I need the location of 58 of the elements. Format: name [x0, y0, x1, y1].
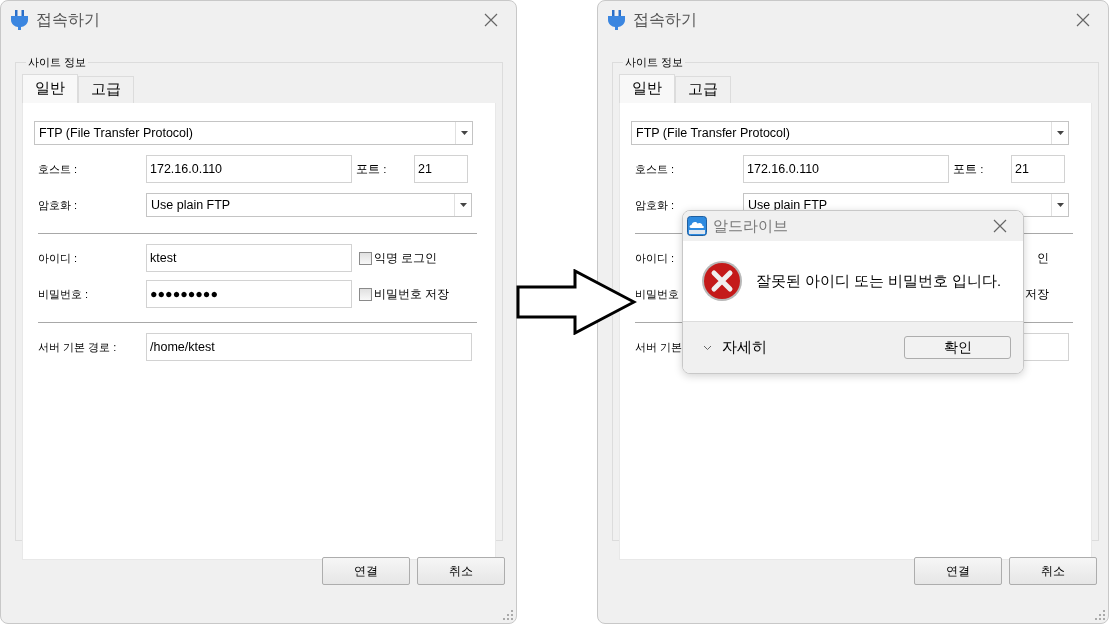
resize-grip-icon[interactable] — [1095, 610, 1105, 620]
dropdown[interactable]: FTP (File Transfer Protocol) — [34, 121, 473, 145]
error-message: 잘못된 아이디 또는 비밀번호 입니다. — [756, 271, 1002, 291]
caret-icon — [1056, 203, 1064, 207]
window-title: 접속하기 — [633, 9, 698, 30]
checkbox-label: 비밀번호 저장 — [374, 286, 450, 302]
caret-icon — [460, 131, 468, 135]
field-label: 아이디 : — [38, 250, 78, 266]
field-label: 포트 : — [355, 161, 388, 177]
input-field[interactable]: ●●●●●●●●● — [146, 280, 352, 308]
details-toggle[interactable]: 자세히 — [703, 338, 904, 357]
input-field[interactable]: 21 — [414, 155, 468, 183]
plug-icon — [608, 10, 625, 30]
tab[interactable]: 고급 — [675, 76, 731, 103]
resize-grip-icon[interactable] — [503, 610, 513, 620]
dialog-title: 알드라이브 — [713, 216, 789, 236]
caret-icon — [1056, 131, 1064, 135]
field-label: 포트 : — [952, 161, 985, 177]
dialog-button[interactable]: 연결 — [322, 557, 410, 585]
field-label: 비밀번호 : — [38, 286, 89, 302]
close-icon[interactable] — [484, 13, 498, 27]
close-icon[interactable] — [1076, 13, 1090, 27]
field-label: 암호화 : — [38, 197, 78, 213]
cloud-drive-icon — [687, 216, 707, 236]
checkbox-label: 인 — [1036, 250, 1049, 266]
checkbox[interactable] — [359, 287, 372, 301]
input-field[interactable]: /home/ktest — [146, 333, 472, 361]
plug-icon — [11, 10, 28, 30]
input-field[interactable]: 172.16.0.110 — [743, 155, 949, 183]
close-icon[interactable] — [993, 219, 1007, 233]
window-title: 접속하기 — [36, 9, 101, 30]
field-label: 호스트 : — [635, 161, 675, 177]
field-label: 서버 기본 경로 : — [38, 339, 117, 355]
checkbox[interactable] — [359, 251, 372, 265]
dialog-button[interactable]: 취소 — [417, 557, 505, 585]
group-title: 사이트 정보 — [27, 55, 88, 70]
tab[interactable]: 일반 — [22, 74, 78, 103]
chevron-down-icon — [703, 344, 712, 351]
field-label: 아이디 : — [635, 250, 675, 266]
caret-icon — [459, 203, 467, 207]
input-field[interactable]: 21 — [1011, 155, 1065, 183]
field-label: 호스트 : — [38, 161, 78, 177]
group-title: 사이트 정보 — [624, 55, 685, 70]
field-label: 암호화 : — [635, 197, 675, 213]
input-field[interactable]: 172.16.0.110 — [146, 155, 352, 183]
dialog-button[interactable]: 취소 — [1009, 557, 1097, 585]
dropdown[interactable]: Use plain FTP — [146, 193, 472, 217]
tab[interactable]: 일반 — [619, 74, 675, 103]
checkbox-label: 익명 로그인 — [374, 250, 438, 266]
input-field[interactable]: ktest — [146, 244, 352, 272]
field-label: 비밀번호 — [635, 286, 679, 302]
dropdown[interactable]: FTP (File Transfer Protocol) — [631, 121, 1069, 145]
tab[interactable]: 고급 — [78, 76, 134, 103]
dialog-button[interactable]: 연결 — [914, 557, 1002, 585]
error-icon — [701, 260, 743, 302]
ok-button[interactable]: 확인 — [904, 336, 1011, 359]
checkbox-label: 저장 — [1024, 286, 1049, 302]
field-label: 서버 기본 — [635, 339, 683, 355]
